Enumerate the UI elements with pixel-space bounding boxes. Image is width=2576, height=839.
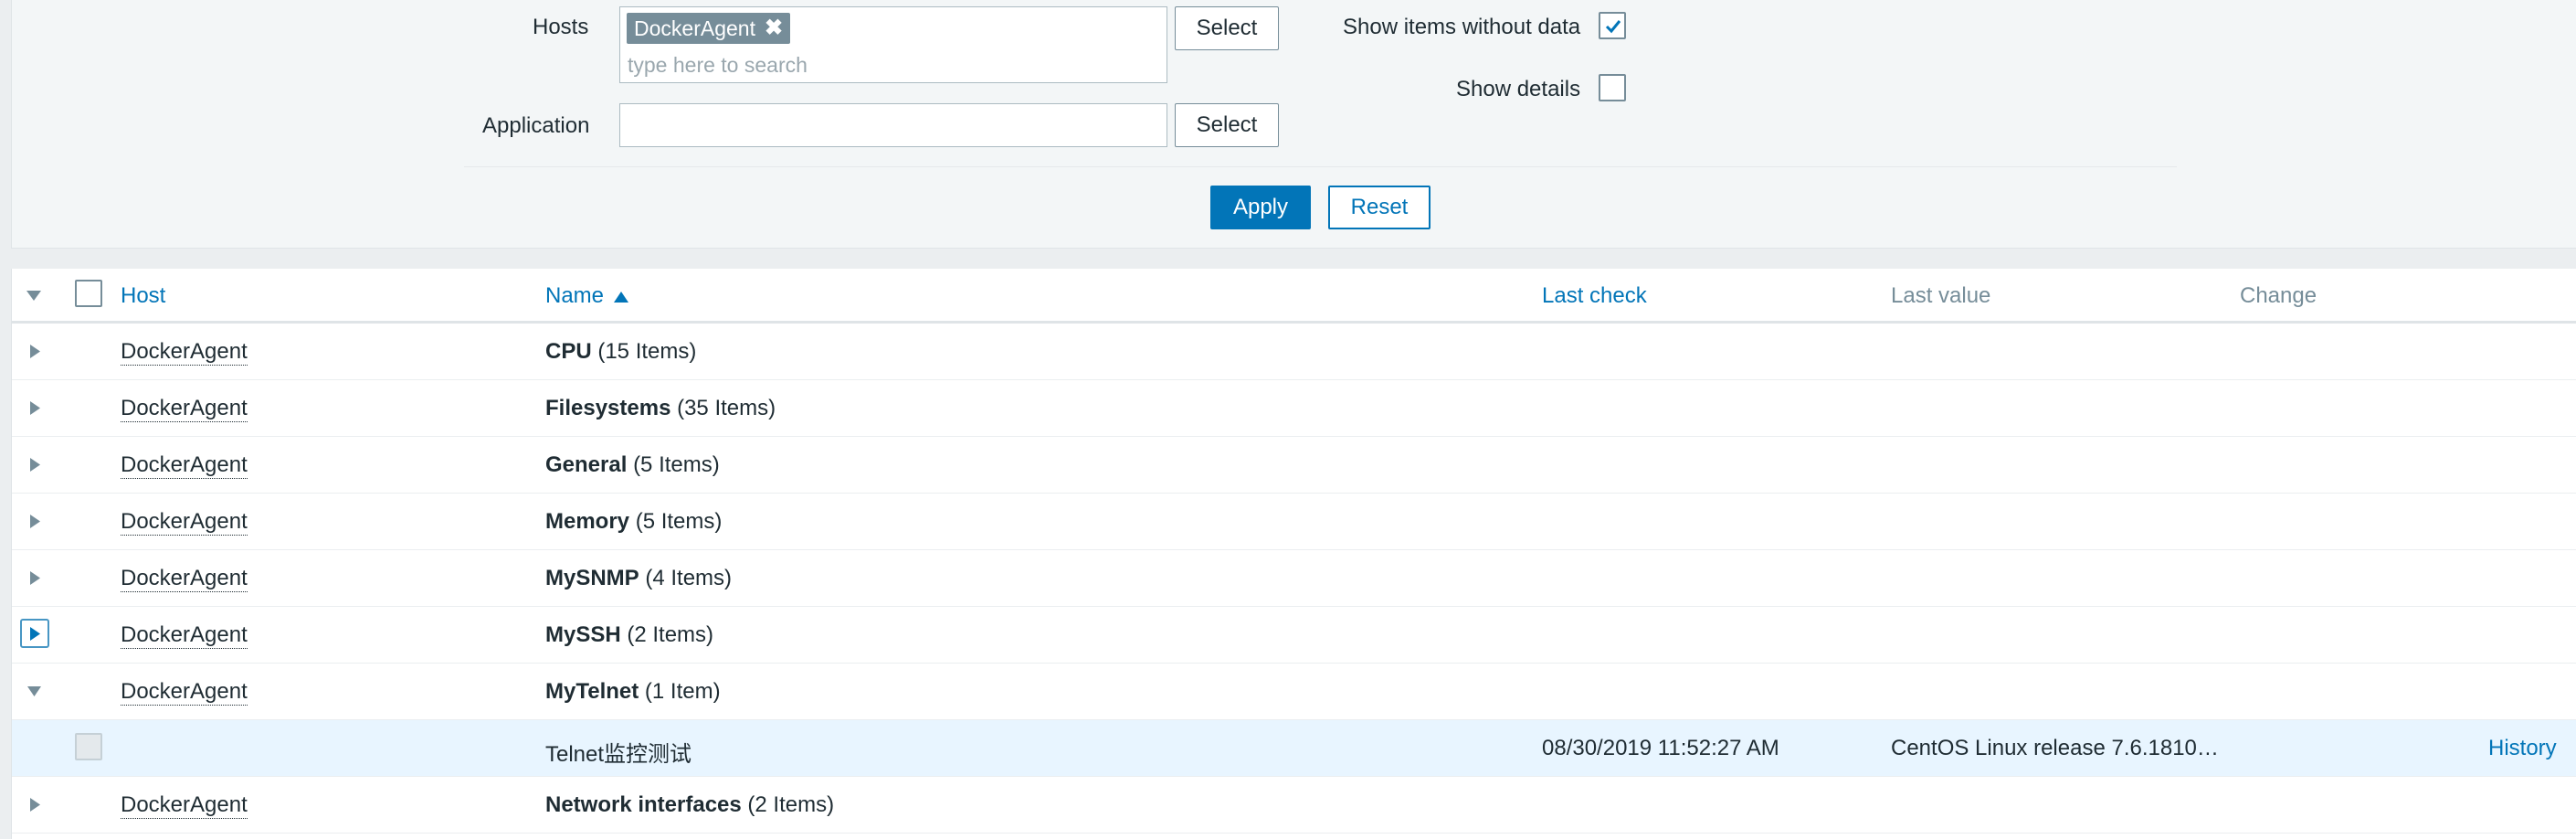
history-link[interactable]: History bbox=[2488, 736, 2557, 761]
reset-button[interactable]: Reset bbox=[1328, 186, 1431, 229]
application-name: Network interfaces (2 Items) bbox=[545, 792, 835, 817]
application-input[interactable] bbox=[619, 103, 1167, 147]
application-name: MySSH (2 Items) bbox=[545, 622, 714, 647]
table-row: DockerAgent MyTelnet (1 Item) bbox=[12, 664, 2576, 720]
application-name: General (5 Items) bbox=[545, 452, 720, 477]
host-link[interactable]: DockerAgent bbox=[121, 509, 248, 536]
host-chip-label: DockerAgent bbox=[634, 16, 755, 40]
item-last-value: CentOS Linux release 7.6.1810… bbox=[1891, 736, 2219, 760]
table-row: DockerAgent MySNMP (4 Items) bbox=[12, 550, 2576, 607]
show-details-label: Show details bbox=[1456, 77, 1581, 101]
column-host[interactable]: Host bbox=[121, 283, 165, 309]
column-last-check[interactable]: Last check bbox=[1542, 283, 1647, 309]
latest-data-table: Host Name Last check Last value Change D… bbox=[11, 269, 2576, 839]
checkmark-icon bbox=[1605, 20, 1621, 34]
host-link[interactable]: DockerAgent bbox=[121, 622, 248, 649]
collapse-all-icon[interactable] bbox=[26, 291, 41, 302]
host-chip: DockerAgent ✖ bbox=[627, 13, 791, 44]
host-link[interactable]: DockerAgent bbox=[121, 339, 248, 366]
hosts-select-button[interactable]: Select bbox=[1175, 6, 1279, 50]
hosts-multiselect[interactable]: DockerAgent ✖ bbox=[619, 6, 1167, 83]
application-name: MySNMP (4 Items) bbox=[545, 566, 733, 590]
application-name: Filesystems (35 Items) bbox=[545, 396, 776, 420]
column-last-value: Last value bbox=[1891, 283, 1991, 308]
expand-toggle-focused[interactable] bbox=[20, 619, 49, 648]
item-name: Telnet监控测试 bbox=[545, 742, 692, 767]
table-row: DockerAgent Memory (5 Items) bbox=[12, 494, 2576, 550]
application-name: CPU (15 Items) bbox=[545, 339, 697, 364]
item-checkbox[interactable] bbox=[75, 733, 102, 760]
table-row: DockerAgent General (5 Items) bbox=[12, 437, 2576, 494]
collapse-icon[interactable] bbox=[27, 686, 41, 696]
remove-chip-icon[interactable]: ✖ bbox=[765, 13, 783, 44]
host-link[interactable]: DockerAgent bbox=[121, 792, 248, 819]
expand-icon[interactable] bbox=[30, 798, 40, 812]
table-row: DockerAgent Network interfaces (2 Items) bbox=[12, 777, 2576, 834]
column-name-label: Name bbox=[545, 283, 605, 308]
show-details-checkbox[interactable] bbox=[1599, 74, 1626, 101]
expand-icon[interactable] bbox=[30, 401, 40, 415]
expand-icon[interactable] bbox=[30, 571, 40, 585]
expand-icon[interactable] bbox=[30, 515, 40, 528]
expand-icon[interactable] bbox=[30, 345, 40, 358]
table-row: DockerAgent Filesystems (35 Items) bbox=[12, 380, 2576, 437]
filter-divider bbox=[464, 166, 2177, 167]
sort-ascending-icon bbox=[613, 292, 628, 303]
hosts-search-input[interactable] bbox=[628, 53, 1139, 78]
application-label: Application bbox=[482, 113, 590, 138]
host-link[interactable]: DockerAgent bbox=[121, 566, 248, 592]
column-change: Change bbox=[2240, 283, 2317, 308]
expand-icon bbox=[30, 627, 40, 641]
show-items-without-data-label: Show items without data bbox=[1343, 15, 1581, 39]
select-all-checkbox[interactable] bbox=[75, 280, 102, 307]
filter-panel: Hosts DockerAgent ✖ Select Application S… bbox=[11, 0, 2576, 249]
application-name: Memory (5 Items) bbox=[545, 509, 723, 534]
table-header: Host Name Last check Last value Change bbox=[12, 269, 2576, 324]
host-link[interactable]: DockerAgent bbox=[121, 452, 248, 479]
table-row: DockerAgent MySSH (2 Items) bbox=[12, 607, 2576, 664]
show-items-without-data-checkbox[interactable] bbox=[1599, 12, 1626, 39]
hosts-label: Hosts bbox=[533, 15, 589, 39]
application-name: MyTelnet (1 Item) bbox=[545, 679, 721, 704]
application-select-button[interactable]: Select bbox=[1175, 103, 1279, 147]
host-link[interactable]: DockerAgent bbox=[121, 396, 248, 422]
apply-button[interactable]: Apply bbox=[1210, 186, 1311, 229]
column-name[interactable]: Name bbox=[545, 283, 628, 309]
table-row: DockerAgent CPU (15 Items) bbox=[12, 324, 2576, 380]
host-link[interactable]: DockerAgent bbox=[121, 679, 248, 706]
item-last-check: 08/30/2019 11:52:27 AM bbox=[1542, 736, 1779, 760]
expand-icon[interactable] bbox=[30, 458, 40, 472]
item-row: Telnet监控测试 08/30/2019 11:52:27 AM CentOS… bbox=[12, 720, 2576, 777]
